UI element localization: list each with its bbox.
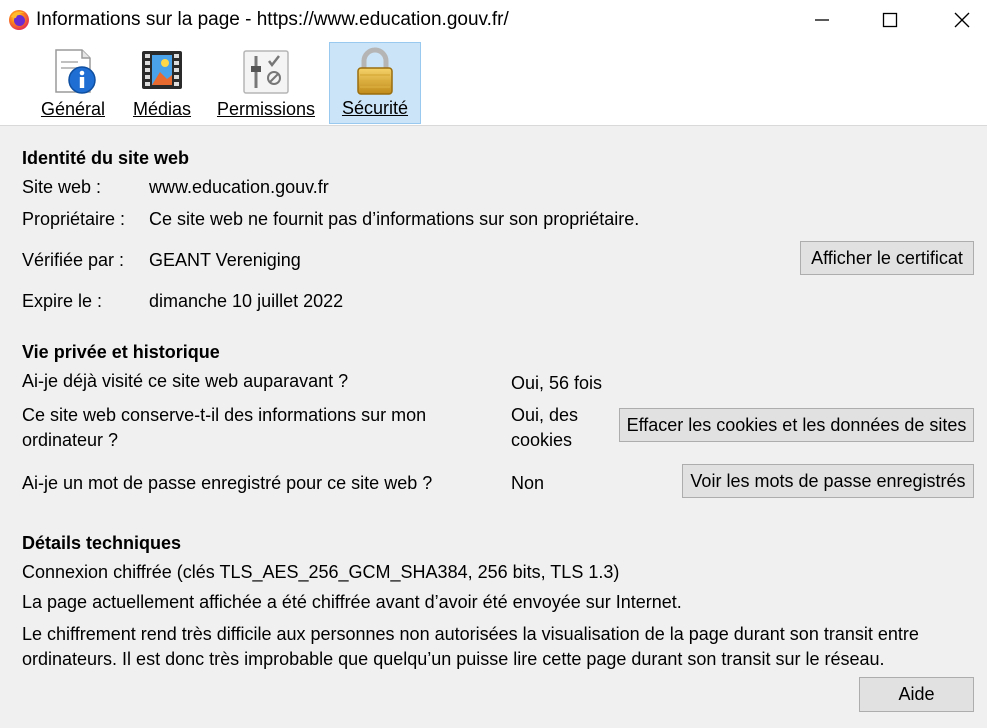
technical-heading: Détails techniques — [22, 533, 182, 553]
website-value: www.education.gouv.fr — [149, 177, 329, 197]
stores-info-question-line2: ordinateur ? — [22, 430, 119, 450]
help-button[interactable]: Aide — [859, 677, 974, 712]
tab-general[interactable]: Général — [34, 42, 112, 124]
verified-by-label: Vérifiée par : — [22, 250, 125, 270]
visited-question: Ai-je déjà visité ce site web auparavant… — [22, 371, 349, 391]
tab-security-label: Sécurité — [341, 98, 409, 118]
stores-info-question-line1: Ce site web conserve-t-il des informatio… — [22, 405, 427, 425]
identity-heading: Identité du site web — [22, 148, 190, 168]
encryption-details: Connexion chiffrée (clés TLS_AES_256_GCM… — [22, 562, 620, 582]
tab-general-label: Général — [40, 99, 106, 119]
encryption-explanation-line2: ordinateurs. Il est donc très improbable… — [22, 649, 885, 669]
tab-media[interactable]: Médias — [124, 42, 200, 124]
close-button[interactable] — [932, 0, 987, 40]
tab-media-label: Médias — [132, 99, 192, 119]
stores-info-answer-line2: cookies — [511, 430, 573, 450]
tab-toolbar: Général Médias Permissions Sécurité — [0, 42, 987, 126]
permissions-icon — [243, 50, 289, 94]
stores-info-answer-line1: Oui, des — [511, 405, 579, 425]
owner-value: Ce site web ne fournit pas d’information… — [149, 209, 640, 229]
tab-security[interactable]: Sécurité — [329, 42, 421, 124]
saved-password-question: Ai-je un mot de passe enregistré pour ce… — [22, 473, 433, 493]
owner-label: Propriétaire : — [22, 209, 126, 229]
saved-password-answer: Non — [511, 473, 545, 493]
view-certificate-button[interactable]: Afficher le certificat — [800, 241, 974, 275]
tab-permissions-label: Permissions — [216, 99, 316, 119]
firefox-icon — [9, 10, 29, 30]
info-icon — [55, 49, 96, 94]
maximize-icon — [882, 12, 898, 28]
privacy-heading: Vie privée et historique — [22, 342, 220, 362]
minimize-icon — [815, 19, 829, 21]
tab-permissions[interactable]: Permissions — [212, 42, 320, 124]
clear-cookies-button[interactable]: Effacer les cookies et les données de si… — [619, 408, 974, 442]
lock-icon — [357, 47, 393, 95]
expires-value: dimanche 10 juillet 2022 — [149, 291, 344, 311]
close-icon — [954, 12, 970, 28]
minimize-button[interactable] — [792, 0, 852, 40]
website-label: Site web : — [22, 177, 102, 197]
title-bar: Informations sur la page - https://www.e… — [0, 0, 987, 42]
media-icon — [142, 51, 182, 89]
expires-label: Expire le : — [22, 291, 103, 311]
window-title: Informations sur la page - https://www.e… — [36, 9, 509, 30]
view-saved-passwords-button[interactable]: Voir les mots de passe enregistrés — [682, 464, 974, 498]
maximize-button[interactable] — [860, 0, 920, 40]
visited-answer: Oui, 56 fois — [511, 373, 603, 393]
security-panel: Identité du site web Site web : www.educ… — [0, 126, 987, 728]
encryption-explanation-line1: Le chiffrement rend très difficile aux p… — [22, 624, 919, 644]
verified-by-value: GEANT Vereniging — [149, 250, 301, 270]
encryption-summary: La page actuellement affichée a été chif… — [22, 592, 682, 612]
